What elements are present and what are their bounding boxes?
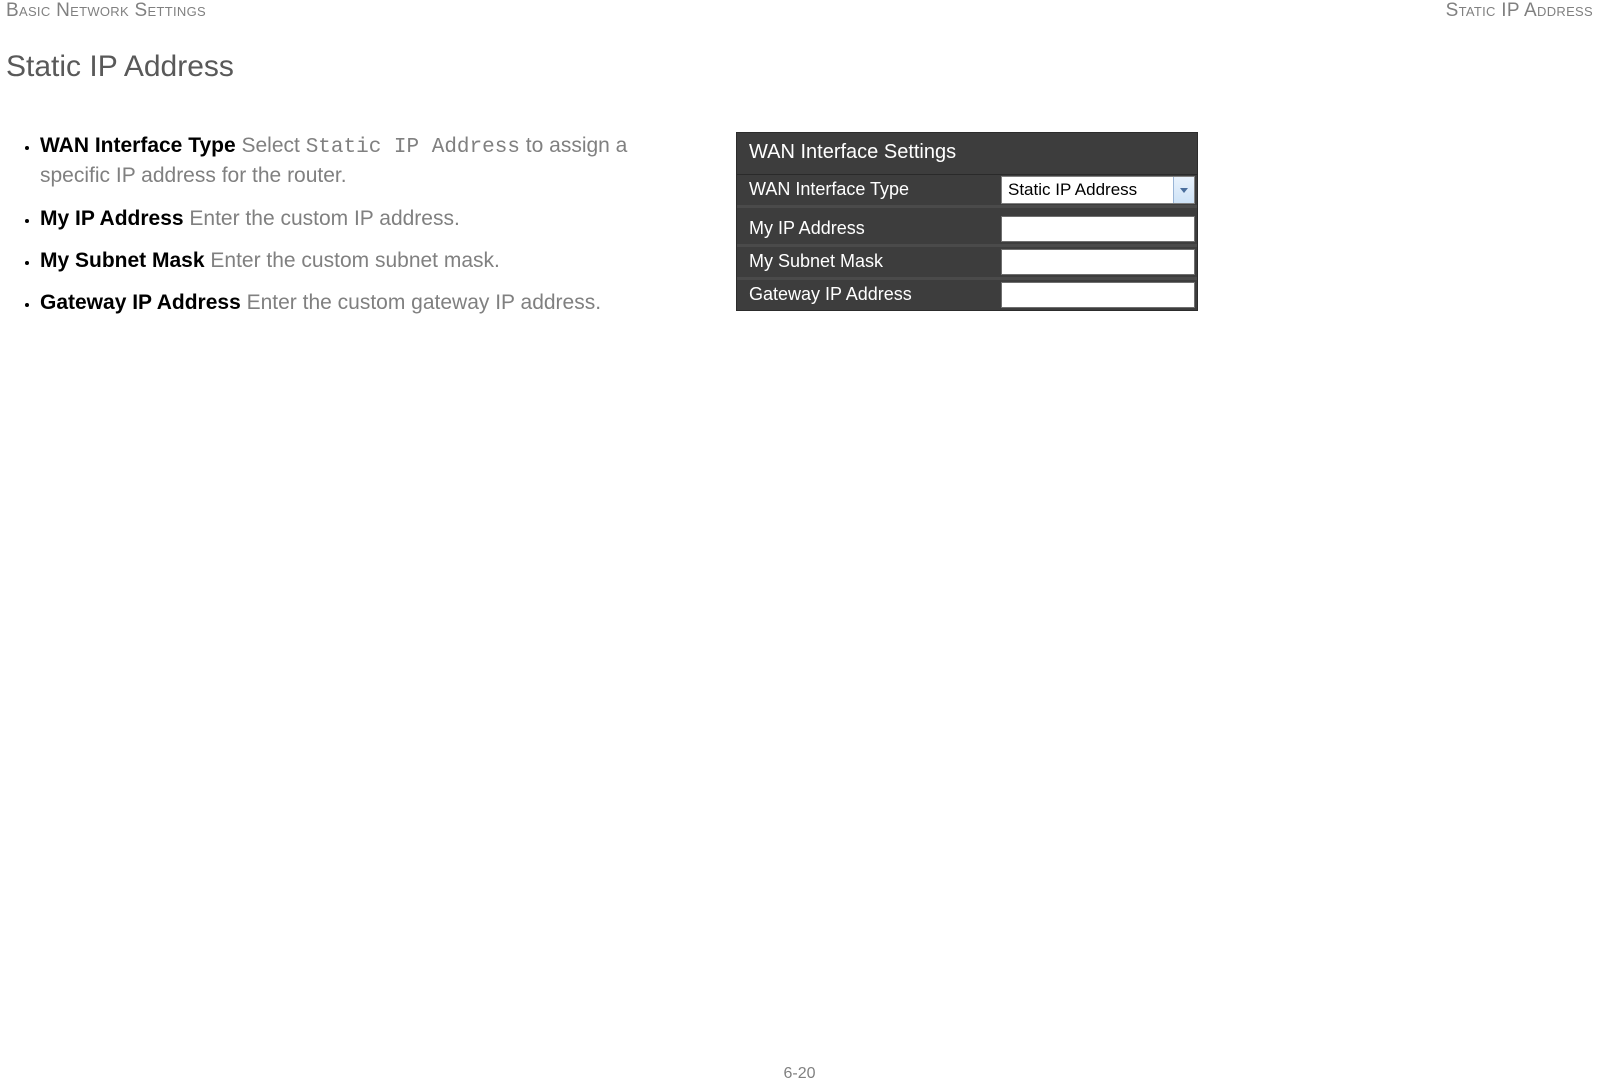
wan-settings-panel: WAN Interface Settings WAN Interface Typ… — [736, 132, 1198, 311]
field-label-wan-type: WAN Interface Type — [737, 175, 1001, 205]
chevron-down-icon — [1180, 188, 1188, 193]
gateway-ip-address-input[interactable] — [1001, 282, 1195, 308]
term: WAN Interface Type — [40, 134, 236, 157]
desc-pre: Select — [236, 134, 306, 157]
wan-interface-type-select[interactable]: Static IP Address — [1001, 176, 1195, 204]
divider — [737, 205, 1197, 214]
desc-pre: Enter the custom IP address. — [184, 207, 460, 230]
list-item: WAN Interface Type Select Static IP Addr… — [40, 132, 646, 191]
form-row: WAN Interface Type Static IP Address — [737, 175, 1197, 205]
list-item: Gateway IP Address Enter the custom gate… — [40, 289, 646, 317]
my-ip-address-input[interactable] — [1001, 216, 1195, 242]
term: My IP Address — [40, 207, 184, 230]
select-value: Static IP Address — [1002, 180, 1173, 200]
running-head-left: Basic Network Settings — [6, 0, 206, 22]
panel-title: WAN Interface Settings — [737, 133, 1197, 175]
form-row: My Subnet Mask — [737, 244, 1197, 277]
form-row: My IP Address — [737, 214, 1197, 244]
running-head: Basic Network Settings Static IP Address — [0, 0, 1599, 22]
term: Gateway IP Address — [40, 291, 241, 314]
form-row: Gateway IP Address — [737, 277, 1197, 310]
dropdown-button[interactable] — [1173, 177, 1194, 203]
my-subnet-mask-input[interactable] — [1001, 249, 1195, 275]
list-item: My IP Address Enter the custom IP addres… — [40, 205, 646, 233]
code-literal: Static IP Address — [306, 136, 520, 159]
running-head-right: Static IP Address — [1446, 0, 1593, 22]
desc-pre: Enter the custom subnet mask. — [205, 249, 500, 272]
field-label-my-ip: My IP Address — [737, 214, 1001, 244]
field-label-gateway: Gateway IP Address — [737, 280, 1001, 310]
list-item: My Subnet Mask Enter the custom subnet m… — [40, 247, 646, 275]
desc-pre: Enter the custom gateway IP address. — [241, 291, 601, 314]
page-title: Static IP Address — [6, 50, 234, 84]
page-number: 6-20 — [0, 1065, 1599, 1083]
definitions-block: WAN Interface Type Select Static IP Addr… — [6, 132, 646, 332]
field-label-subnet: My Subnet Mask — [737, 247, 1001, 277]
term: My Subnet Mask — [40, 249, 205, 272]
